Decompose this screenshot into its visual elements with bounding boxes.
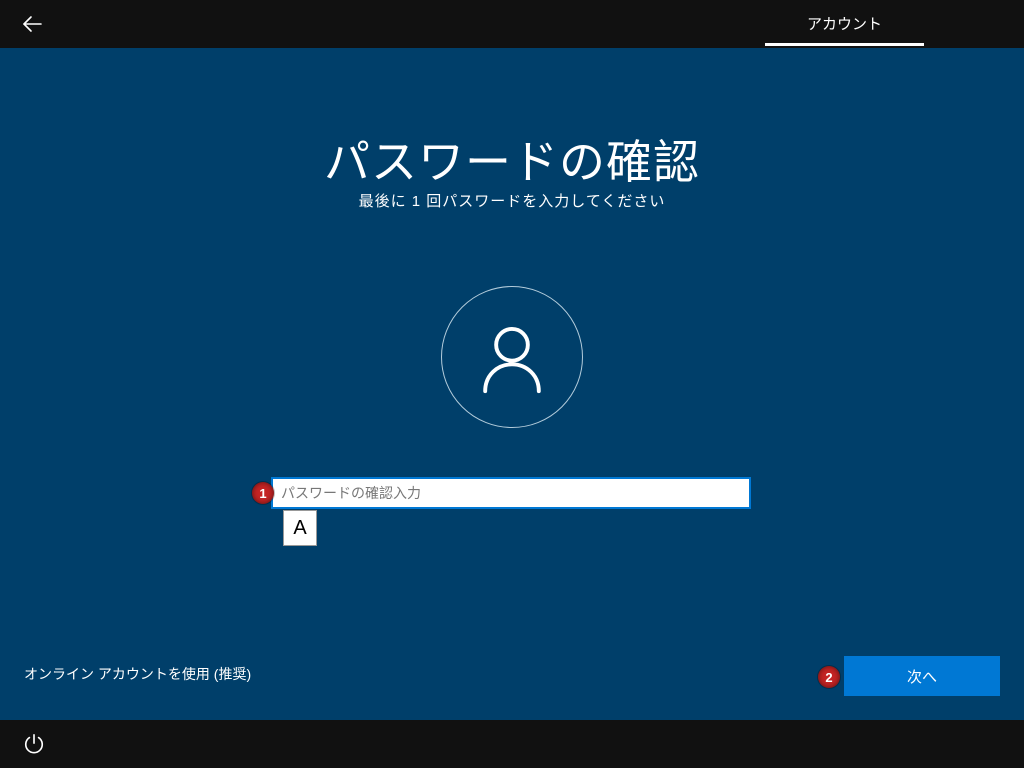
- step-tabs: アカウント: [765, 0, 924, 48]
- title-bar: アカウント: [0, 0, 1024, 48]
- back-button[interactable]: [8, 0, 56, 48]
- person-icon: [473, 318, 551, 396]
- power-icon: [23, 733, 45, 755]
- use-online-account-link[interactable]: オンライン アカウントを使用 (推奨): [24, 664, 251, 684]
- annotation-badge-2: 2: [818, 666, 840, 688]
- tab-account-label: アカウント: [807, 16, 882, 33]
- page-title: パスワードの確認: [0, 126, 1024, 192]
- back-arrow-icon: [20, 12, 44, 36]
- next-button[interactable]: 次へ: [844, 656, 1000, 696]
- bottom-bar: [0, 720, 1024, 768]
- annotation-badge-1: 1: [252, 482, 274, 504]
- password-confirm-input[interactable]: [271, 477, 751, 509]
- page-subtitle: 最後に 1 回パスワードを入力してください: [0, 190, 1024, 211]
- oobe-screen: アカウント パスワードの確認 最後に 1 回パスワードを入力してください A 1…: [0, 0, 1024, 768]
- main-panel: パスワードの確認 最後に 1 回パスワードを入力してください A 1 2 オンラ…: [0, 48, 1024, 720]
- power-button[interactable]: [12, 722, 56, 766]
- tab-account-underline: [765, 43, 924, 46]
- tab-account[interactable]: アカウント: [765, 13, 924, 48]
- user-avatar: [441, 286, 583, 428]
- ime-indicator[interactable]: A: [283, 510, 317, 546]
